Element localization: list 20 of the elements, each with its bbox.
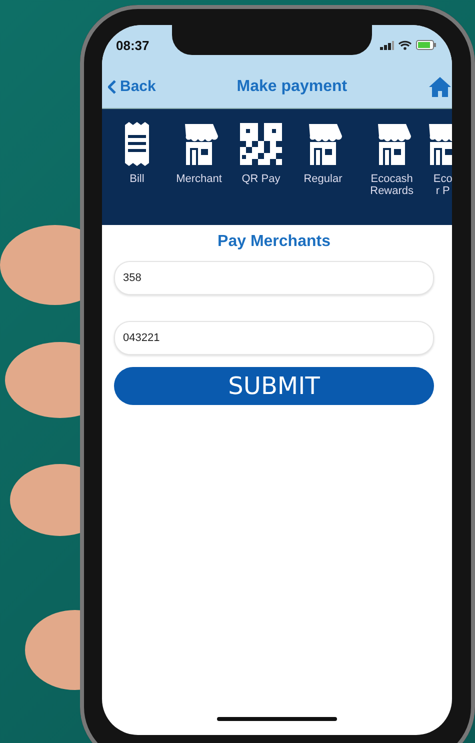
payment-option[interactable]: Regular — [296, 121, 350, 185]
payment-option[interactable]: Eco r P — [434, 121, 452, 197]
payment-option[interactable]: QR Pay — [234, 121, 288, 185]
payment-option[interactable]: Merchant — [172, 121, 226, 185]
status-time: 08:37 — [116, 38, 150, 52]
submit-button[interactable]: SUBMIT — [114, 367, 434, 405]
chevron-left-icon — [108, 80, 116, 94]
input-field[interactable]: 043221 — [114, 321, 434, 355]
qr-code-icon — [240, 123, 282, 165]
back-button[interactable]: Back — [108, 78, 156, 95]
payment-option[interactable]: Bill — [110, 121, 164, 185]
receipt-icon — [124, 121, 150, 167]
wifi-icon — [398, 40, 412, 50]
page-title: Make payment — [236, 78, 348, 96]
input-field[interactable]: 358 — [114, 261, 434, 295]
signal-icon — [380, 40, 394, 50]
section-heading: Pay Merchants — [216, 233, 332, 251]
battery-icon — [416, 40, 436, 50]
payment-option[interactable]: Ecocash Rewards — [358, 121, 426, 197]
home-icon[interactable] — [428, 76, 452, 98]
